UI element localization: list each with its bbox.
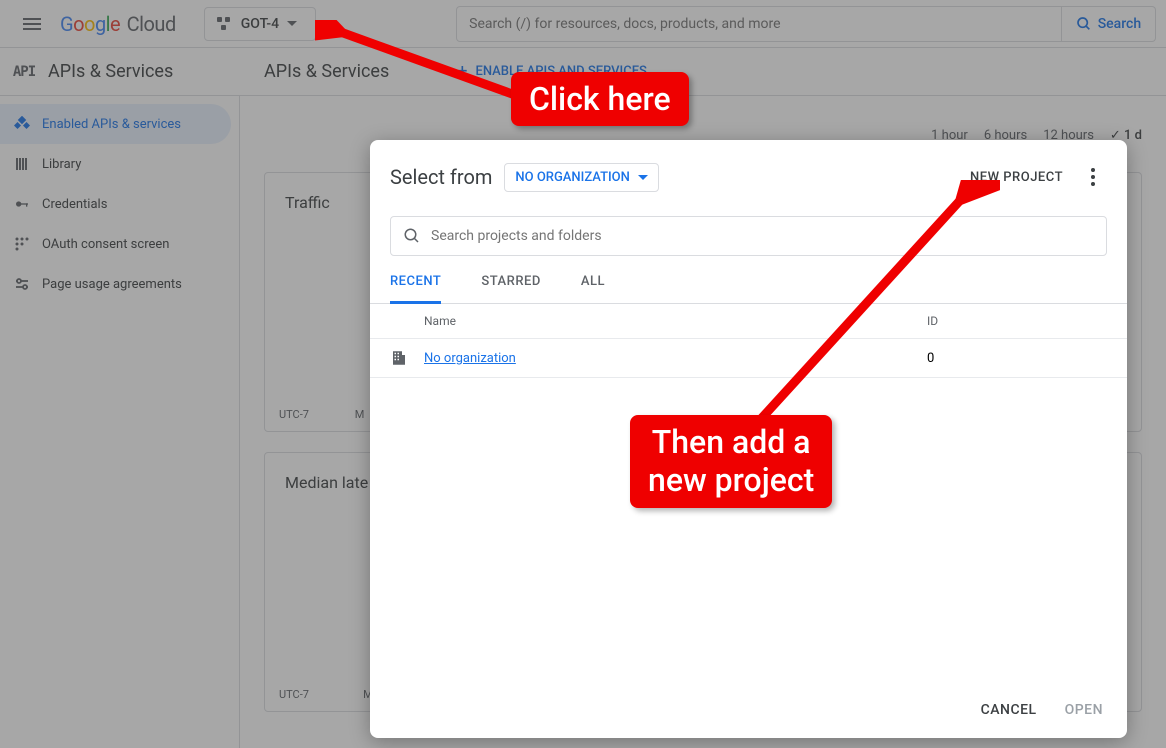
modal-title: Select from <box>390 165 492 189</box>
modal-footer: CANCEL OPEN <box>370 686 1127 738</box>
open-button[interactable]: OPEN <box>1065 702 1103 718</box>
cancel-button[interactable]: CANCEL <box>981 702 1037 718</box>
org-chip-label: NO ORGANIZATION <box>515 170 629 185</box>
project-row[interactable]: No organization 0 <box>370 339 1127 378</box>
caret-down-icon <box>638 175 648 180</box>
col-name-header: Name <box>424 314 927 328</box>
org-icon <box>390 349 424 367</box>
modal-tabs: RECENT STARRED ALL <box>370 256 1127 304</box>
new-project-button[interactable]: NEW PROJECT <box>970 170 1063 185</box>
tab-recent[interactable]: RECENT <box>390 274 441 304</box>
search-icon <box>403 227 421 245</box>
project-selector-modal: Select from NO ORGANIZATION NEW PROJECT … <box>370 140 1127 738</box>
tab-all[interactable]: ALL <box>581 274 605 303</box>
kebab-menu-icon[interactable] <box>1083 160 1103 194</box>
row-name-link[interactable]: No organization <box>424 351 516 366</box>
tab-starred[interactable]: STARRED <box>481 274 541 303</box>
modal-table-header: Name ID <box>370 304 1127 339</box>
row-id: 0 <box>927 351 1107 366</box>
org-selector[interactable]: NO ORGANIZATION <box>504 163 658 192</box>
modal-search[interactable] <box>390 216 1107 256</box>
col-id-header: ID <box>927 314 1107 328</box>
modal-search-input[interactable] <box>431 228 1094 244</box>
modal-header: Select from NO ORGANIZATION NEW PROJECT <box>370 140 1127 206</box>
